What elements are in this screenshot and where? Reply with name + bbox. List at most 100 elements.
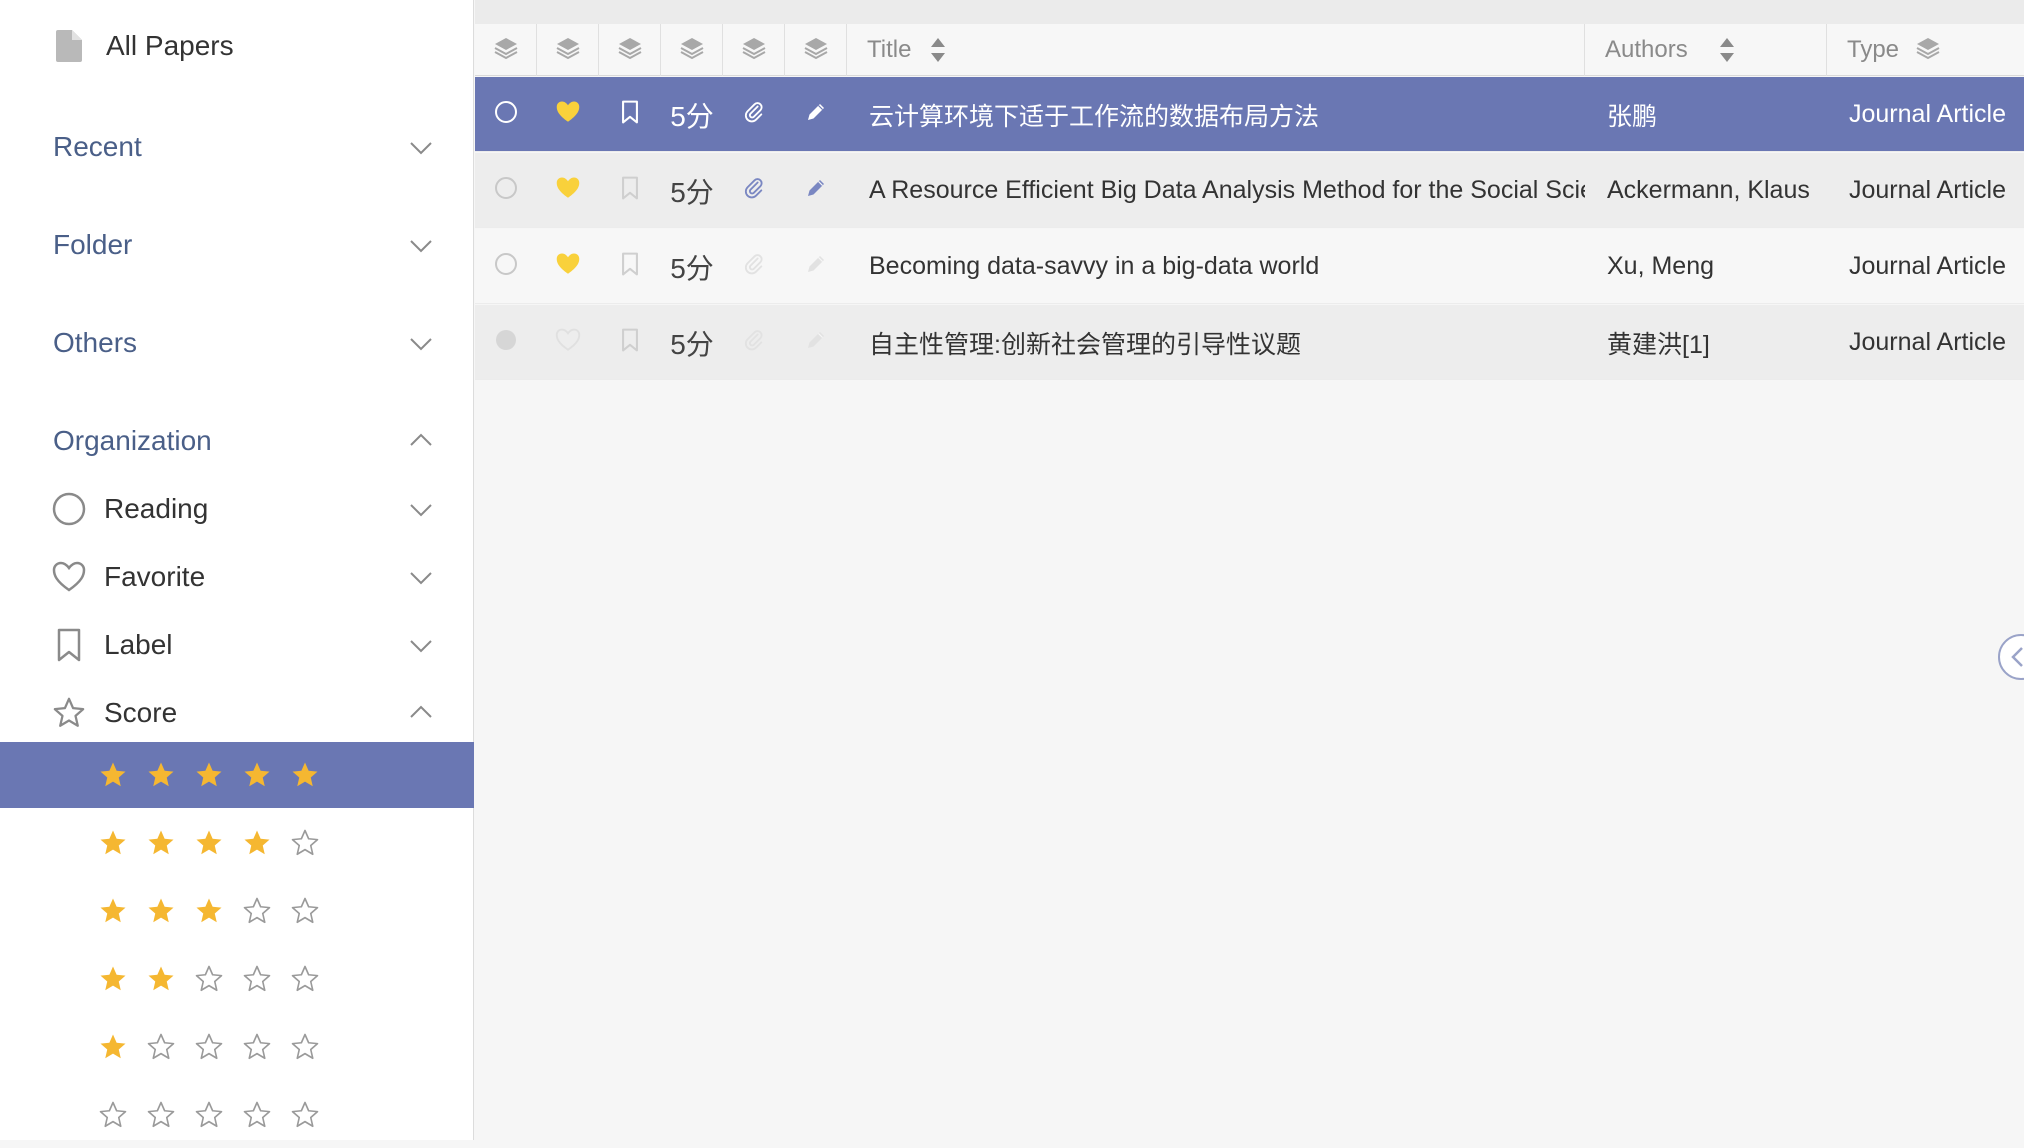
paper-title[interactable]: Becoming data-savvy in a big-data world <box>847 229 1585 304</box>
chevron-down-icon[interactable] <box>408 496 434 522</box>
paper-type: Journal Article <box>1849 252 2007 280</box>
favorite-toggle[interactable] <box>537 229 599 304</box>
paper-authors: Xu, Meng <box>1607 252 1715 280</box>
score-filter-5[interactable] <box>0 742 474 808</box>
favorite-toggle[interactable] <box>537 77 599 152</box>
attachment-button[interactable] <box>723 305 785 380</box>
table-row[interactable]: 5分 自主性管理:创新社会管理的引导性议题 黄建洪[1] Journal Articl… <box>475 305 2024 380</box>
sidebar-item-score[interactable]: Score <box>0 683 474 743</box>
chevron-down-icon[interactable] <box>408 134 434 160</box>
pencil-icon <box>804 252 828 281</box>
chevron-up-icon[interactable] <box>408 428 434 454</box>
table-row[interactable]: 5分 A Resource Efficient Big Data Analysis… <box>475 153 2024 228</box>
label-toggle[interactable] <box>599 305 661 380</box>
table-header: Title Authors Type <box>475 24 2024 76</box>
sort-icon[interactable] <box>1718 37 1736 63</box>
chevron-down-icon[interactable] <box>408 330 434 356</box>
score-value[interactable]: 5分 <box>661 153 723 228</box>
star-filled-icon <box>100 762 126 787</box>
sidebar-item-favorite[interactable]: Favorite <box>0 547 474 607</box>
favorite-toggle[interactable] <box>537 305 599 380</box>
paper-title[interactable]: 自主性管理:创新社会管理的引导性议题 <box>847 305 1585 380</box>
favorite-toggle[interactable] <box>537 153 599 228</box>
label-toggle[interactable] <box>599 153 661 228</box>
star-icon <box>52 696 86 730</box>
section-label: Others <box>53 327 138 358</box>
score-value[interactable]: 5分 <box>661 229 723 304</box>
read-status-toggle[interactable] <box>475 305 537 380</box>
score-filter-2[interactable] <box>0 946 474 1012</box>
sidebar-item-label: Reading <box>104 493 209 524</box>
score-filter-3[interactable] <box>0 878 474 944</box>
table-row[interactable]: 5分 云计算环境下适于工作流的数据布局方法 张鹏 Journal Article <box>475 77 2024 152</box>
paper-title[interactable]: 云计算环境下适于工作流的数据布局方法 <box>847 77 1585 152</box>
chevron-down-icon[interactable] <box>408 632 434 658</box>
layers-icon[interactable] <box>741 36 767 65</box>
bookmark-icon <box>621 176 639 205</box>
label-toggle[interactable] <box>599 229 661 304</box>
chevron-down-icon[interactable] <box>408 232 434 258</box>
read-status-toggle[interactable] <box>475 229 537 304</box>
sidebar-item-label[interactable]: Label <box>0 615 474 675</box>
section-organization[interactable]: Organization <box>0 411 474 471</box>
table-row[interactable]: 5分 Becoming data-savvy in a big-data worl… <box>475 229 2024 304</box>
sort-icon[interactable] <box>929 37 947 63</box>
star-filled-icon <box>100 898 126 923</box>
paper-type: Journal Article <box>1849 100 2007 128</box>
pencil-icon <box>804 100 828 129</box>
pencil-icon <box>804 328 828 357</box>
chevron-down-icon[interactable] <box>408 564 434 590</box>
column-toggle-label[interactable] <box>599 24 661 76</box>
column-toggle-score[interactable] <box>661 24 723 76</box>
layers-icon[interactable] <box>617 36 643 65</box>
column-toggle-read[interactable] <box>475 24 537 76</box>
column-header-label: Authors <box>1605 36 1688 63</box>
pencil-icon <box>804 176 828 205</box>
score-value[interactable]: 5分 <box>661 77 723 152</box>
section-folder[interactable]: Folder <box>0 215 474 275</box>
chevron-up-icon[interactable] <box>408 700 434 726</box>
column-toggle-favorite[interactable] <box>537 24 599 76</box>
column-header-type[interactable]: Type <box>1827 24 2024 76</box>
paper-title[interactable]: A Resource Efficient Big Data Analysis M… <box>847 153 1585 228</box>
attachment-button[interactable] <box>723 77 785 152</box>
star-filled-icon <box>244 762 270 787</box>
column-toggle-note[interactable] <box>785 24 847 76</box>
read-status-toggle[interactable] <box>475 153 537 228</box>
section-recent[interactable]: Recent <box>0 117 474 177</box>
column-header-label: Type <box>1847 36 1900 63</box>
star-filled-icon <box>292 762 318 787</box>
layers-icon[interactable] <box>1915 36 1941 65</box>
star-outline-icon <box>147 1033 175 1060</box>
heart-icon <box>555 100 581 129</box>
collapse-panel-button[interactable] <box>1998 634 2024 680</box>
read-status-toggle[interactable] <box>475 77 537 152</box>
column-header-authors[interactable]: Authors <box>1585 24 1827 76</box>
note-button[interactable] <box>785 77 847 152</box>
note-button[interactable] <box>785 229 847 304</box>
sidebar-item-label: Score <box>104 697 178 728</box>
score-filter-1[interactable] <box>0 1014 474 1080</box>
filled-circle-icon <box>494 328 518 357</box>
layers-icon[interactable] <box>679 36 705 65</box>
paper-type: Journal Article <box>1849 176 2007 204</box>
layers-icon[interactable] <box>493 36 519 65</box>
note-button[interactable] <box>785 153 847 228</box>
attachment-button[interactable] <box>723 153 785 228</box>
star-outline-icon <box>243 1101 271 1128</box>
score-value[interactable]: 5分 <box>661 305 723 380</box>
sidebar-item-reading[interactable]: Reading <box>0 479 474 539</box>
score-filter-0[interactable] <box>0 1082 474 1148</box>
score-filter-4[interactable] <box>0 810 474 876</box>
layers-icon[interactable] <box>803 36 829 65</box>
attachment-button[interactable] <box>723 229 785 304</box>
column-toggle-attachment[interactable] <box>723 24 785 76</box>
column-header-title[interactable]: Title <box>847 24 1585 76</box>
label-toggle[interactable] <box>599 77 661 152</box>
star-filled-icon <box>100 1034 126 1059</box>
section-others[interactable]: Others <box>0 313 474 373</box>
layers-icon[interactable] <box>555 36 581 65</box>
sidebar: All Papers Recent Folder Others Organiza… <box>0 0 474 1140</box>
sidebar-item-all-papers[interactable]: All Papers <box>0 12 474 80</box>
note-button[interactable] <box>785 305 847 380</box>
